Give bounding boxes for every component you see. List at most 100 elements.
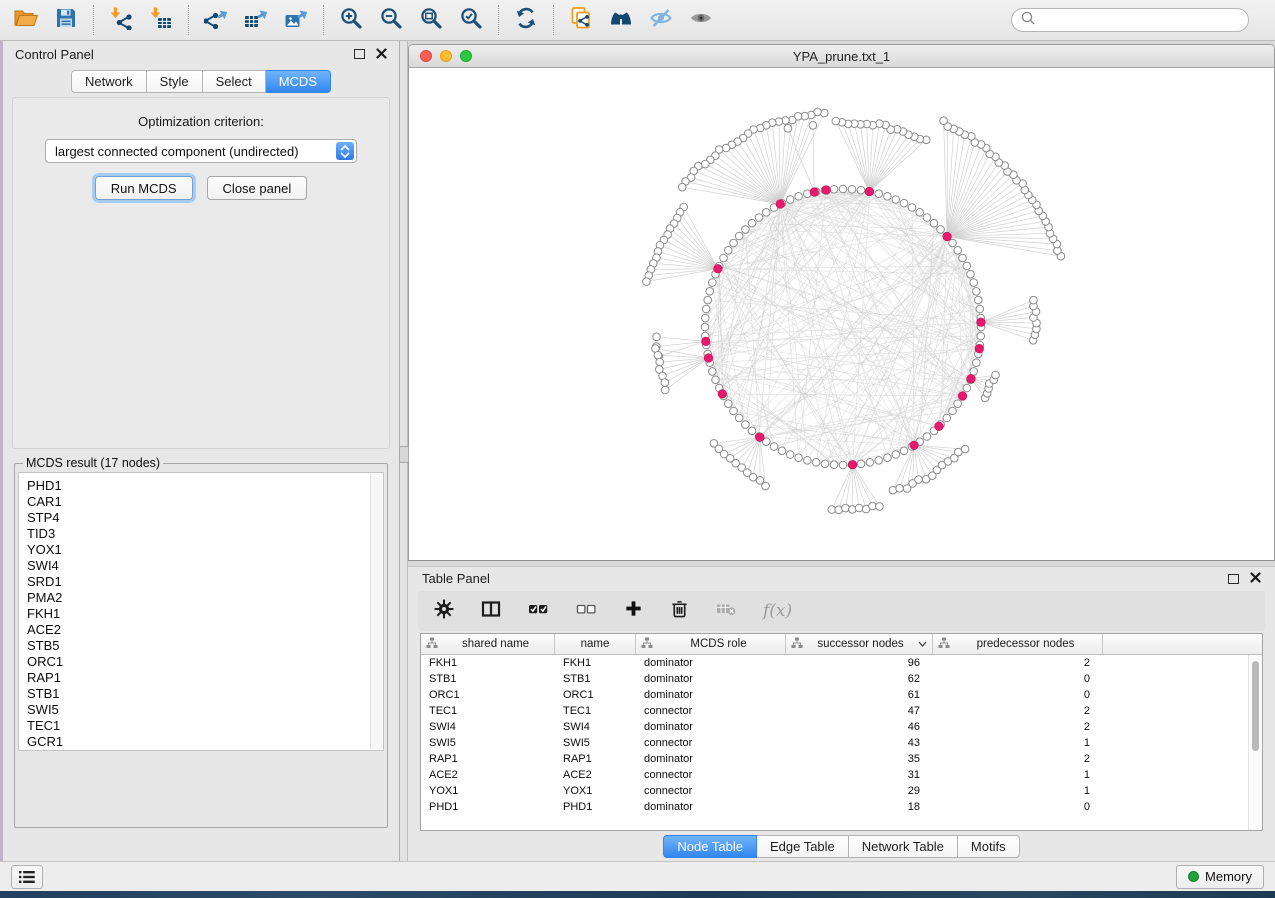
zoom-out-button[interactable] xyxy=(371,4,411,36)
export-image-button[interactable] xyxy=(276,4,316,36)
cell-shared-name[interactable]: ORC1 xyxy=(421,689,555,701)
table-row-RAP1[interactable]: RAP1 RAP1 dominator 35 2 xyxy=(421,751,1262,767)
mcds-result-item[interactable]: PMA2 xyxy=(27,590,383,606)
clone-network-button[interactable] xyxy=(561,4,601,36)
cell-shared-name[interactable]: SWI4 xyxy=(421,721,555,733)
save-session-button[interactable] xyxy=(46,4,86,36)
table-row-TEC1[interactable]: TEC1 TEC1 connector 47 2 xyxy=(421,703,1262,719)
cell-mcds-role[interactable]: dominator xyxy=(636,657,786,669)
cell-successor-nodes[interactable]: 47 xyxy=(786,705,933,717)
maximize-traffic-light[interactable] xyxy=(460,50,472,62)
cell-name[interactable]: TEC1 xyxy=(555,705,636,717)
cell-predecessor-nodes[interactable]: 2 xyxy=(933,753,1103,765)
unselect-all-button[interactable] xyxy=(576,600,597,623)
cell-predecessor-nodes[interactable]: 1 xyxy=(933,737,1103,749)
import-table-button[interactable] xyxy=(141,4,181,36)
tab-edge-table[interactable]: Edge Table xyxy=(757,835,849,858)
cell-shared-name[interactable]: YOX1 xyxy=(421,785,555,797)
mcds-result-item[interactable]: STP4 xyxy=(27,510,383,526)
cell-predecessor-nodes[interactable]: 1 xyxy=(933,769,1103,781)
cell-mcds-role[interactable]: connector xyxy=(636,737,786,749)
column-header-name[interactable]: name xyxy=(555,634,636,654)
cell-successor-nodes[interactable]: 46 xyxy=(786,721,933,733)
cell-shared-name[interactable]: STB1 xyxy=(421,673,555,685)
refresh-button[interactable] xyxy=(506,4,546,36)
export-table-button[interactable] xyxy=(236,4,276,36)
mcds-result-item[interactable]: CAR1 xyxy=(27,494,383,510)
cell-name[interactable]: ACE2 xyxy=(555,769,636,781)
mcds-result-item[interactable]: YOX1 xyxy=(27,542,383,558)
table-row-PHD1[interactable]: PHD1 PHD1 dominator 18 0 xyxy=(421,799,1262,815)
delete-column-button[interactable] xyxy=(670,599,689,624)
table-row-YOX1[interactable]: YOX1 YOX1 connector 29 1 xyxy=(421,783,1262,799)
show-columns-button[interactable] xyxy=(481,600,501,623)
cell-predecessor-nodes[interactable]: 0 xyxy=(933,689,1103,701)
cell-name[interactable]: YOX1 xyxy=(555,785,636,797)
cell-mcds-role[interactable]: dominator xyxy=(636,689,786,701)
close-table-panel-icon[interactable] xyxy=(1250,571,1261,586)
cell-mcds-role[interactable]: dominator xyxy=(636,721,786,733)
cell-predecessor-nodes[interactable]: 2 xyxy=(933,721,1103,733)
cell-successor-nodes[interactable]: 18 xyxy=(786,801,933,813)
close-panel-icon[interactable] xyxy=(376,47,387,62)
table-row-ACE2[interactable]: ACE2 ACE2 connector 31 1 xyxy=(421,767,1262,783)
mcds-result-item[interactable]: ORC1 xyxy=(27,654,383,670)
cell-mcds-role[interactable]: connector xyxy=(636,785,786,797)
mcds-result-item[interactable]: SRD1 xyxy=(27,574,383,590)
cell-shared-name[interactable]: SWI5 xyxy=(421,737,555,749)
tab-motifs[interactable]: Motifs xyxy=(958,835,1020,858)
mcds-result-item[interactable]: RAP1 xyxy=(27,670,383,686)
export-network-button[interactable] xyxy=(196,4,236,36)
mcds-result-item[interactable]: TID3 xyxy=(27,526,383,542)
cell-mcds-role[interactable]: dominator xyxy=(636,801,786,813)
column-header-shared-name[interactable]: shared name xyxy=(421,634,555,654)
cell-successor-nodes[interactable]: 31 xyxy=(786,769,933,781)
table-scrollbar[interactable] xyxy=(1248,655,1262,830)
cell-mcds-role[interactable]: connector xyxy=(636,769,786,781)
cell-mcds-role[interactable]: dominator xyxy=(636,753,786,765)
table-row-ORC1[interactable]: ORC1 ORC1 dominator 61 0 xyxy=(421,687,1262,703)
column-header-successor-nodes[interactable]: successor nodes xyxy=(786,634,933,654)
mcds-result-item[interactable]: STB5 xyxy=(27,638,383,654)
mcds-result-list[interactable]: PHD1CAR1STP4TID3YOX1SWI4SRD1PMA2FKH1ACE2… xyxy=(18,472,384,751)
cell-successor-nodes[interactable]: 35 xyxy=(786,753,933,765)
search-box[interactable] xyxy=(1011,8,1249,32)
cell-shared-name[interactable]: FKH1 xyxy=(421,657,555,669)
mcds-result-item[interactable]: SWI4 xyxy=(27,558,383,574)
mcds-result-item[interactable]: SWI5 xyxy=(27,702,383,718)
mcds-result-item[interactable]: GCR1 xyxy=(27,734,383,750)
mcds-list-scrollbar[interactable] xyxy=(370,474,382,749)
show-all-button[interactable] xyxy=(681,4,721,36)
hide-selected-button[interactable] xyxy=(641,4,681,36)
column-gear-button[interactable] xyxy=(434,599,454,624)
mcds-result-item[interactable]: ACE2 xyxy=(27,622,383,638)
network-window-titlebar[interactable]: YPA_prune.txt_1 xyxy=(409,45,1274,68)
tab-network[interactable]: Network xyxy=(71,70,147,93)
tab-node-table[interactable]: Node Table xyxy=(663,835,757,858)
zoom-in-button[interactable] xyxy=(331,4,371,36)
float-table-panel-icon[interactable] xyxy=(1228,574,1239,584)
close-panel-button[interactable]: Close panel xyxy=(207,176,308,200)
cell-mcds-role[interactable]: connector xyxy=(636,705,786,717)
table-row-FKH1[interactable]: FKH1 FKH1 dominator 96 2 xyxy=(421,655,1262,671)
column-header-MCDS-role[interactable]: MCDS role xyxy=(636,634,786,654)
table-row-STB1[interactable]: STB1 STB1 dominator 62 0 xyxy=(421,671,1262,687)
cell-predecessor-nodes[interactable]: 0 xyxy=(933,801,1103,813)
open-file-button[interactable] xyxy=(6,4,46,36)
cell-predecessor-nodes[interactable]: 1 xyxy=(933,785,1103,797)
cell-successor-nodes[interactable]: 61 xyxy=(786,689,933,701)
table-row-SWI5[interactable]: SWI5 SWI5 connector 43 1 xyxy=(421,735,1262,751)
add-column-button[interactable] xyxy=(624,599,643,623)
cell-name[interactable]: RAP1 xyxy=(555,753,636,765)
cell-shared-name[interactable]: PHD1 xyxy=(421,801,555,813)
column-header-predecessor-nodes[interactable]: predecessor nodes xyxy=(933,634,1103,654)
search-input[interactable] xyxy=(1041,12,1240,28)
minimize-traffic-light[interactable] xyxy=(440,50,452,62)
close-traffic-light[interactable] xyxy=(420,50,432,62)
mcds-result-item[interactable]: FKH1 xyxy=(27,606,383,622)
task-history-button[interactable] xyxy=(11,865,43,889)
cell-predecessor-nodes[interactable]: 0 xyxy=(933,673,1103,685)
first-neighbors-button[interactable] xyxy=(601,4,641,36)
select-all-button[interactable] xyxy=(528,600,549,623)
cell-shared-name[interactable]: RAP1 xyxy=(421,753,555,765)
